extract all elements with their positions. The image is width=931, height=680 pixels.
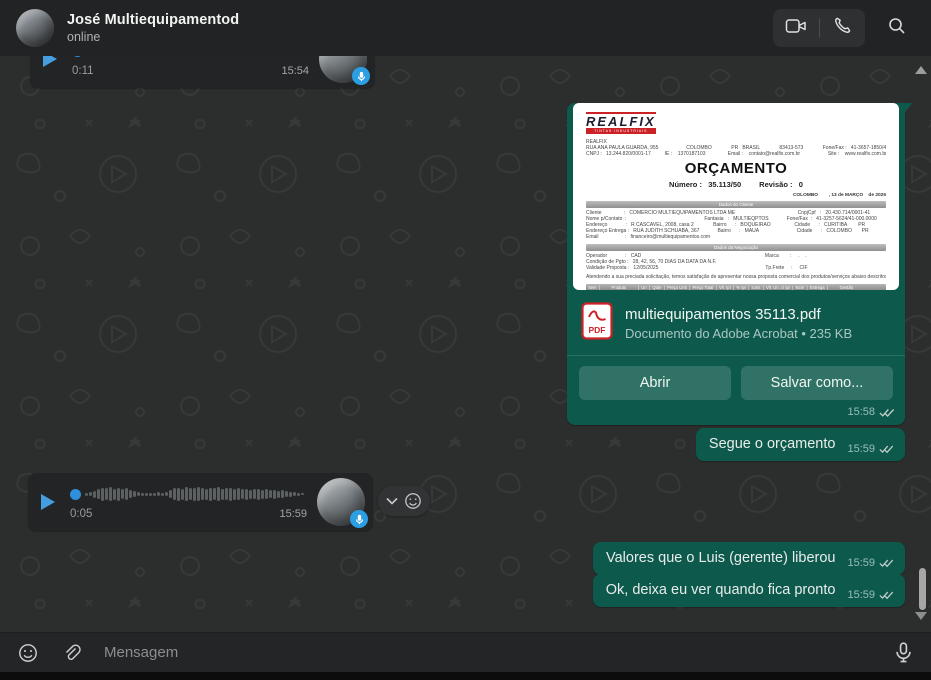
whatsapp-window: José Multiequipamentod online — [0, 0, 931, 680]
contact-avatar[interactable] — [16, 9, 54, 47]
document-note: Atendendo a sua preciada solicitação, te… — [586, 274, 886, 280]
scrollbar-down-arrow[interactable] — [915, 612, 927, 620]
voice-message-incoming-top[interactable]: 0:11 15:54 — [30, 56, 375, 88]
contact-info[interactable]: José Multiequipamentod online — [67, 12, 239, 44]
client-data-rows: Cliente : COMERCIO MULTIEQUIPAMENTOS LTD… — [586, 210, 886, 241]
message-time: 15:59 — [847, 557, 875, 569]
message-time: 15:58 — [847, 406, 875, 418]
text-message-outgoing[interactable]: Segue o orçamento 15:59 — [696, 428, 905, 461]
delivered-checks-icon — [879, 407, 895, 418]
svg-text:PDF: PDF — [589, 325, 606, 335]
search-icon — [888, 17, 906, 40]
realfix-logo: REALFIX TINTAS INDUSTRIAIS — [586, 112, 656, 134]
voice-duration: 0:11 — [72, 65, 94, 77]
voice-seek-handle[interactable] — [70, 489, 81, 500]
file-attachment-row[interactable]: PDF multiequipamentos 35113.pdf Document… — [567, 290, 905, 355]
section-negotiation-header: Dados da Negociação — [586, 244, 886, 251]
message-text: Segue o orçamento — [709, 435, 836, 454]
document-message-outgoing: REALFIX TINTAS INDUSTRIAIS REALFIX RUA A… — [567, 103, 905, 425]
text-message-outgoing[interactable]: Valores que o Luis (gerente) liberou 15:… — [593, 542, 905, 575]
file-meta: Documento do Adobe Acrobat • 235 KB — [625, 326, 852, 341]
scrollbar-up-arrow[interactable] — [915, 66, 927, 74]
delivered-checks-icon — [879, 444, 894, 454]
voice-waveform[interactable] — [85, 485, 307, 503]
delivered-checks-icon — [879, 590, 894, 600]
attach-paperclip-icon[interactable] — [58, 639, 86, 667]
message-time: 15:59 — [279, 508, 307, 520]
voice-duration: 0:05 — [70, 508, 92, 520]
document-city-date: COLOMBO , 13 de MARÇO de 2025 — [586, 193, 886, 198]
video-call-button[interactable] — [773, 9, 819, 47]
delivered-checks-icon — [879, 558, 894, 568]
voice-sender-avatar[interactable] — [317, 478, 365, 526]
document-number-row: Número : 35.113/50 Revisão : 0 — [586, 180, 886, 189]
file-name: multiequipamentos 35113.pdf — [625, 306, 852, 323]
message-composer — [0, 632, 931, 672]
text-message-outgoing[interactable]: Ok, deixa eu ver quando fica pronto 15:5… — [593, 574, 905, 607]
chat-area: 0:11 15:54 REALFIX TINT — [0, 56, 931, 632]
message-time: 15:54 — [281, 65, 309, 77]
message-text: Valores que o Luis (gerente) liberou — [606, 549, 835, 568]
voice-call-button[interactable] — [820, 9, 866, 47]
items-table-header: Item | Produto | Un | Qtde | Preço Unit … — [586, 284, 886, 290]
emoji-picker-icon[interactable] — [14, 639, 42, 667]
message-text: Ok, deixa eu ver quando fica pronto — [606, 581, 836, 600]
call-button-group — [773, 9, 865, 47]
contact-name: José Multiequipamentod — [67, 12, 239, 28]
save-as-button[interactable]: Salvar como... — [741, 366, 893, 400]
mic-badge-icon — [352, 67, 370, 85]
negotiation-data-rows: Operador : CAD Marca : . .Condição de Pg… — [586, 253, 886, 272]
section-client-header: Dados do Cliente — [586, 201, 886, 208]
open-button[interactable]: Abrir — [579, 366, 731, 400]
voice-record-mic-icon[interactable] — [889, 639, 917, 667]
message-input[interactable] — [104, 644, 889, 661]
chat-header: José Multiequipamentod online — [0, 0, 931, 56]
message-time: 15:59 — [847, 589, 875, 601]
phone-icon — [833, 16, 852, 40]
voice-seek-handle[interactable] — [72, 56, 83, 57]
video-camera-icon — [785, 17, 807, 40]
voice-message-incoming[interactable]: 0:05 15:59 — [28, 473, 373, 531]
pdf-file-icon: PDF — [581, 302, 613, 345]
search-button[interactable] — [879, 10, 915, 46]
pdf-preview[interactable]: REALFIX TINTAS INDUSTRIAIS REALFIX RUA A… — [573, 103, 899, 290]
contact-status: online — [67, 30, 239, 44]
bubble-tail — [904, 103, 912, 114]
message-hover-controls — [378, 486, 430, 516]
company-contact-line: CNPJ : 13.244.820/0001-17 IE : 137018710… — [586, 151, 886, 157]
voice-sender-avatar[interactable] — [319, 56, 367, 83]
react-smiley-icon[interactable] — [404, 492, 422, 510]
play-icon[interactable] — [40, 491, 60, 513]
message-time: 15:59 — [847, 443, 875, 455]
scrollbar-thumb[interactable] — [919, 568, 926, 610]
window-bottom-strip — [0, 672, 931, 680]
play-icon[interactable] — [42, 56, 62, 70]
document-title: ORÇAMENTO — [586, 160, 886, 177]
voice-waveform[interactable] — [87, 56, 309, 60]
message-menu-chevron-icon[interactable] — [386, 497, 398, 505]
mic-badge-icon — [350, 510, 368, 528]
